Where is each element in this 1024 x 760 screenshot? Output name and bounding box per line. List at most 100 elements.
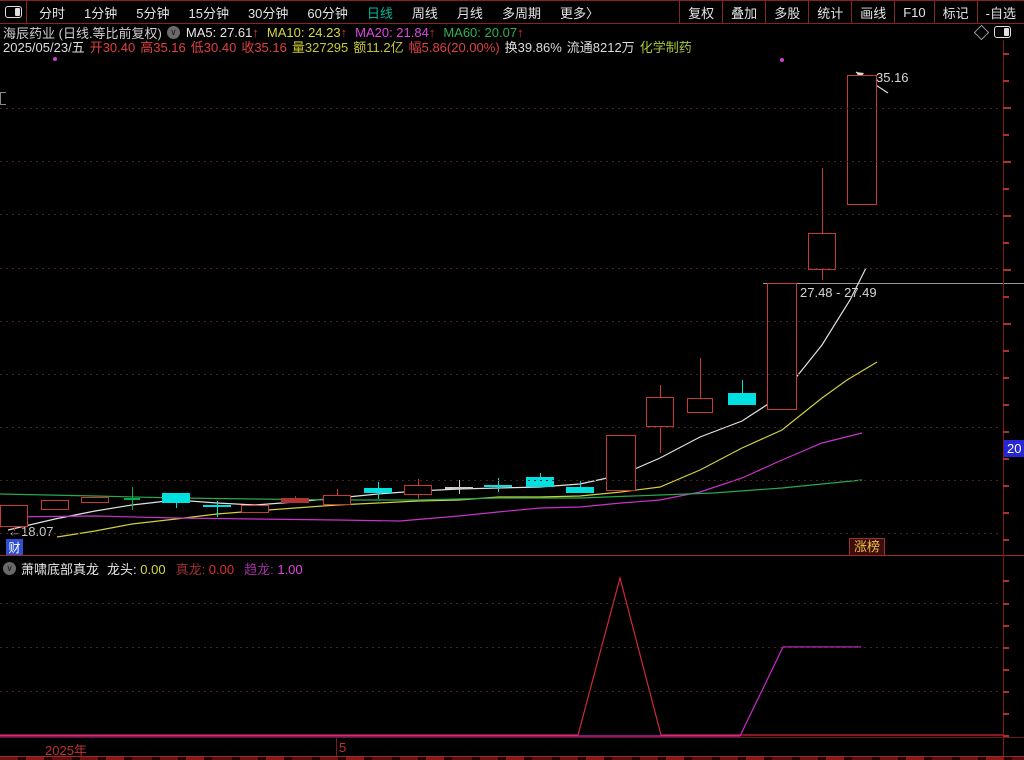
candle: [687, 398, 713, 413]
period-tab[interactable]: 日线: [367, 3, 393, 22]
toolbar-button[interactable]: F10: [894, 1, 933, 23]
axis-tick: [1003, 188, 1009, 190]
axis-tick: [1003, 713, 1009, 715]
gridline: [0, 321, 1002, 322]
axis-tick: [1003, 161, 1011, 163]
candle: [526, 477, 554, 487]
panel-toggle-icon: [4, 6, 22, 18]
candle: [203, 505, 231, 507]
axis-tick: [1003, 404, 1009, 406]
right-panel-toggle-icon[interactable]: [994, 26, 1011, 38]
period-tab[interactable]: 月线: [457, 3, 483, 22]
period-tab[interactable]: 更多〉: [560, 3, 599, 22]
axis-tick: [1003, 134, 1009, 136]
toolbar-button[interactable]: 统计: [808, 1, 851, 23]
quote-segment: 幅5.86(20.00%): [408, 40, 500, 55]
toolbar-button[interactable]: 标记: [933, 1, 977, 23]
axis-tick: [1003, 669, 1009, 671]
quote-segment: 收35.16: [241, 40, 287, 55]
period-tab[interactable]: 60分钟: [307, 3, 347, 22]
gridline: [0, 108, 1002, 109]
candle: [364, 488, 392, 493]
candle: [81, 497, 109, 503]
axis-tick: [1003, 431, 1009, 433]
current-price-label: 27.48 - 27.49: [800, 285, 877, 300]
period-tab[interactable]: 30分钟: [248, 3, 288, 22]
gridline: [0, 480, 1002, 481]
low-price-label: ←18.07: [8, 524, 54, 539]
gridline: [0, 603, 1002, 604]
axis-tick: [1003, 242, 1009, 244]
candle: [728, 393, 756, 405]
high-price-label: 35.16: [876, 70, 909, 85]
gridline: [0, 427, 1002, 428]
indicator-axis-separator: [0, 737, 1024, 738]
axis-tick: [1003, 512, 1009, 514]
gridline: [0, 533, 1002, 534]
candle: [484, 485, 512, 487]
axis-tick: [1003, 485, 1009, 487]
period-tab[interactable]: 分时: [39, 3, 65, 22]
toolbar-button[interactable]: 多股: [765, 1, 808, 23]
candle: [767, 283, 797, 410]
axis-tick: [1003, 269, 1011, 271]
quote-segment: 流通8212万: [566, 40, 635, 55]
axis-tick: [1003, 603, 1009, 605]
gridline: [0, 374, 1002, 375]
toolbar-right-buttons: 复权 叠加 多股 统计 画线 F10 标记 -自选: [679, 1, 1024, 23]
marker-dot: [53, 57, 57, 61]
axis-tick: [1003, 323, 1011, 325]
line-MA10: [56, 361, 878, 538]
toolbar-button[interactable]: -自选: [976, 1, 1024, 23]
gridline: [0, 691, 1002, 692]
toolbar-button[interactable]: 复权: [679, 1, 722, 23]
candle: [404, 485, 432, 495]
axis-month-label: 5: [339, 740, 347, 755]
axis-tick: [1003, 625, 1009, 627]
axis-tick: [1003, 377, 1009, 379]
axis-tick: [1003, 691, 1009, 693]
toolbar-button[interactable]: 叠加: [722, 1, 765, 23]
quote-segment: 化学制药: [639, 40, 692, 55]
candle: [241, 505, 269, 513]
quote-segment: 2025/05/23/五: [3, 40, 85, 55]
line-MA20: [0, 432, 863, 522]
sidebar-toggle-button[interactable]: [0, 1, 27, 23]
candle: [41, 500, 69, 510]
quote-segment: 换39.86%: [504, 40, 562, 55]
line-真龙-spike: [0, 575, 1003, 736]
candle: [281, 498, 309, 503]
candle: [566, 487, 594, 493]
gridline: [0, 268, 1002, 269]
quote-segment: 量327295: [291, 40, 349, 55]
axis-tick: [1003, 80, 1009, 82]
period-tab[interactable]: 多周期: [502, 3, 541, 22]
candle: [124, 498, 140, 500]
quote-segment: 开30.40: [89, 40, 136, 55]
trading-app-window: 分时 1分钟 5分钟 15分钟 30分钟 60分钟 日线 周线 月线 多周期 更多〉 复权 叠加 多股统…: [0, 0, 1024, 760]
period-tab[interactable]: 周线: [412, 3, 438, 22]
marker-dot: [780, 58, 784, 62]
rank-badge[interactable]: 涨榜: [849, 538, 886, 556]
period-tab[interactable]: 1分钟: [84, 3, 117, 22]
axis-price-badge: 20: [1004, 440, 1024, 457]
axis-tick: [1003, 458, 1009, 460]
toolbar-button[interactable]: 画线: [851, 1, 894, 23]
axis-tick: [1003, 539, 1009, 541]
news-badge[interactable]: 财: [6, 539, 23, 555]
candle-wick: [217, 501, 218, 517]
axis-tick: [1003, 296, 1009, 298]
gridline: [0, 647, 1002, 648]
quote-segment: 高35.16: [140, 40, 186, 55]
candle: [445, 487, 473, 489]
period-tab[interactable]: 5分钟: [136, 3, 169, 22]
period-tab[interactable]: 15分钟: [188, 3, 228, 22]
period-tabs: 分时 1分钟 5分钟 15分钟 30分钟 60分钟 日线 周线 月线 多周期 更多〉: [27, 1, 679, 23]
top-toolbar: 分时 1分钟 5分钟 15分钟 30分钟 60分钟 日线 周线 月线 多周期 更多〉 复权 叠加 多股统…: [0, 0, 1024, 24]
axis-tick: [1003, 53, 1009, 55]
axis-tick: [1003, 647, 1009, 649]
candle: [847, 75, 877, 205]
axis-divider: [336, 738, 337, 756]
diamond-icon[interactable]: [973, 24, 990, 41]
candle: [162, 493, 190, 503]
